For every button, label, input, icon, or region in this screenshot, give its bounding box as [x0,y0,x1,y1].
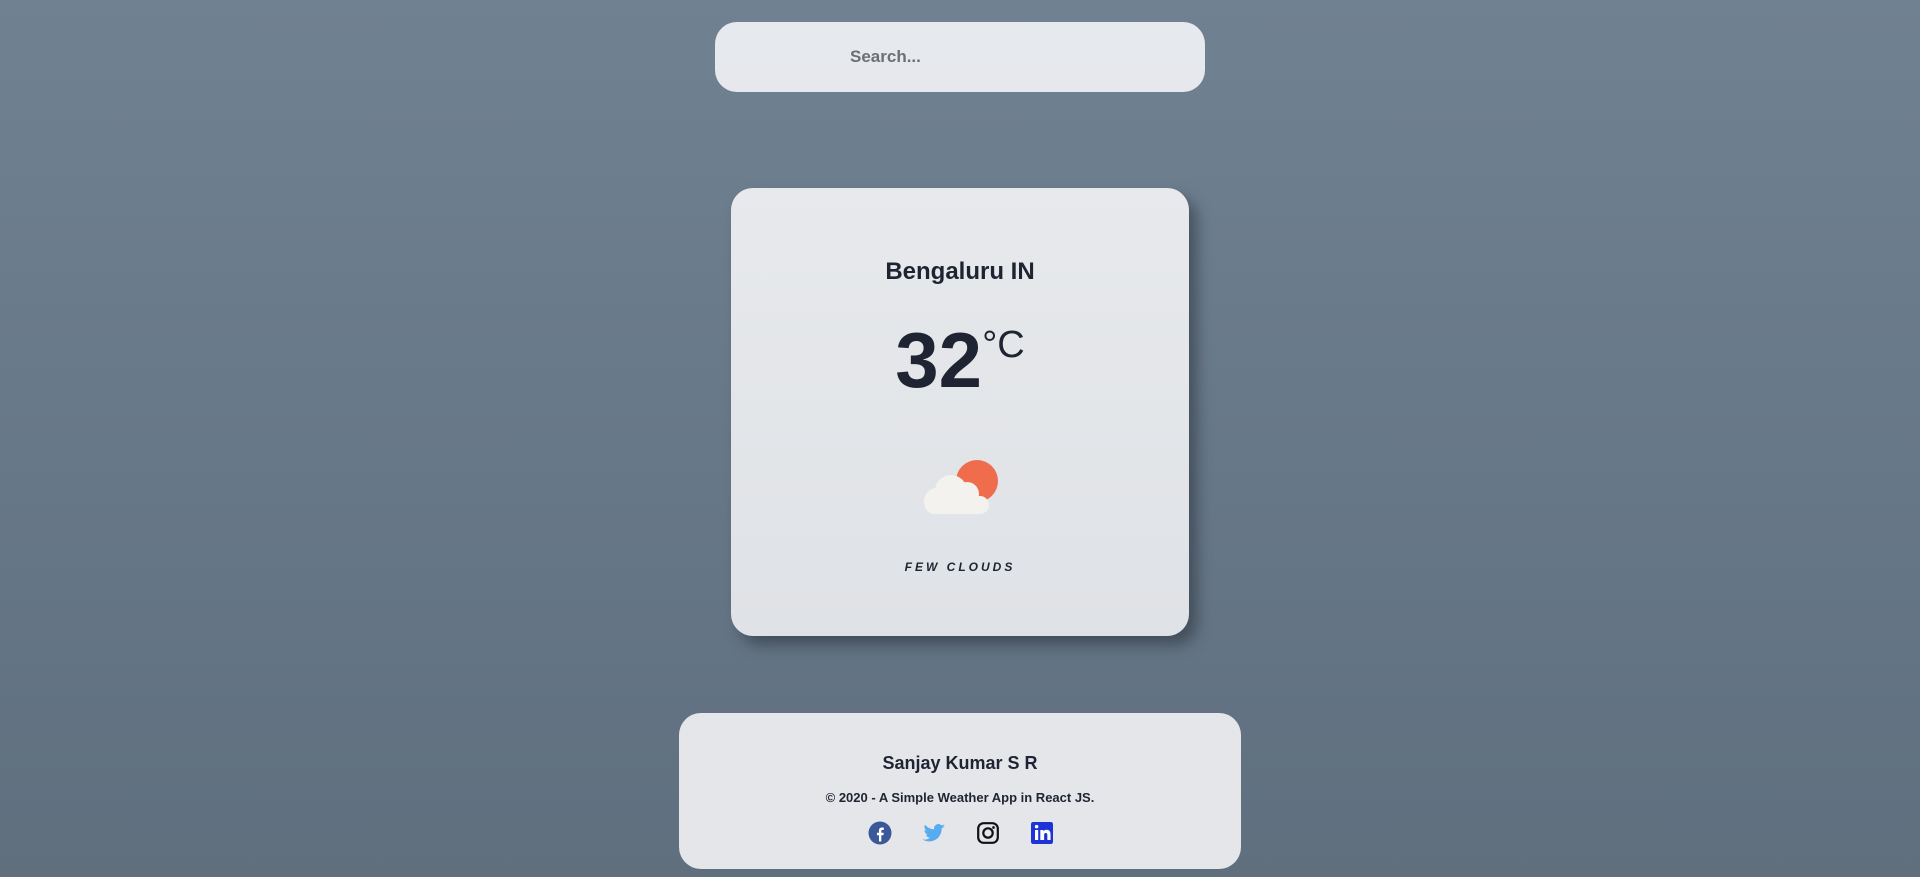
twitter-link[interactable] [921,820,947,846]
search-bar[interactable] [715,22,1205,92]
facebook-link[interactable] [867,820,893,846]
instagram-link[interactable] [975,820,1001,846]
social-links [679,820,1241,848]
few-clouds-day-icon [917,456,1005,518]
search-input[interactable] [715,22,1205,92]
author-name: Sanjay Kumar S R [882,753,1038,773]
linkedin-link[interactable] [1029,820,1055,846]
instagram-icon [975,820,1001,846]
temperature-display: 32 °C [731,318,1189,402]
weather-description: Few Clouds [904,560,1016,574]
temperature-value: 32 [895,316,983,404]
twitter-icon [921,820,947,846]
weather-card: Bengaluru IN 32 °C Few Clouds [731,188,1189,636]
footer: Sanjay Kumar S R © 2020 - A Simple Weath… [679,713,1241,869]
facebook-icon [867,820,893,846]
city-name: Bengaluru IN [885,258,1035,285]
copyright-text: © 2020 - A Simple Weather App in React J… [825,790,1095,805]
temperature-unit: °C [982,324,1025,366]
linkedin-icon [1029,820,1055,846]
